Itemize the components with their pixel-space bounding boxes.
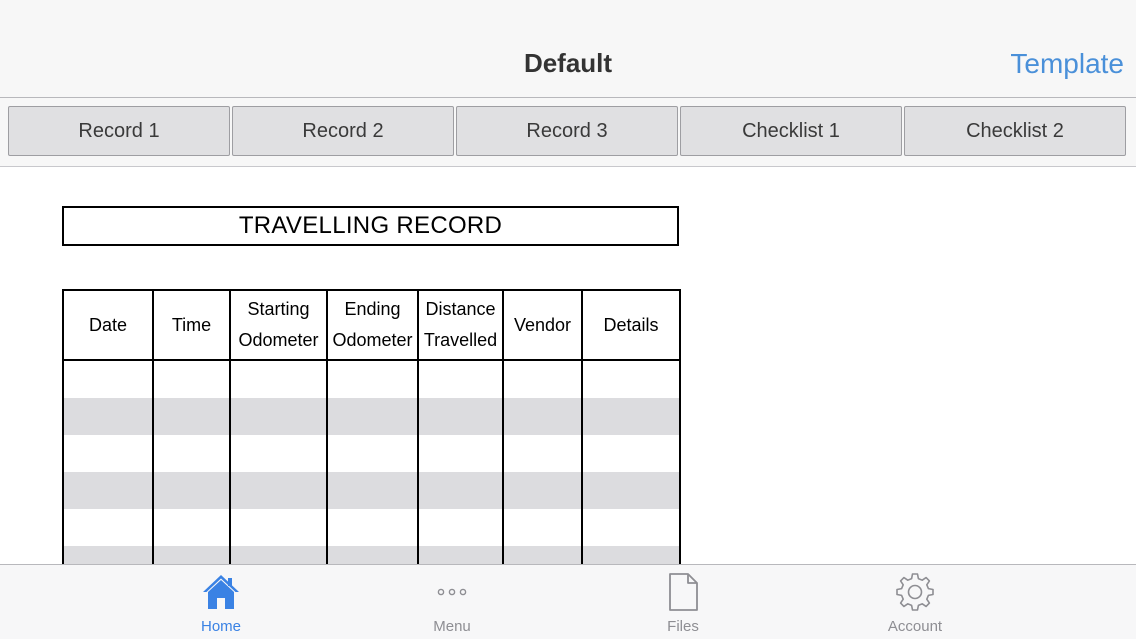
- column-header-line: Odometer: [332, 330, 413, 350]
- table-cell[interactable]: [581, 360, 681, 398]
- table-cell[interactable]: [62, 360, 154, 398]
- column-header-time: Time: [152, 289, 231, 361]
- column-header-distance-travelled: Distance Travelled: [417, 289, 504, 361]
- table-cell[interactable]: [62, 546, 154, 564]
- table-cell[interactable]: [326, 360, 419, 398]
- table-cell[interactable]: [581, 509, 681, 546]
- tabbar-label: Account: [887, 618, 943, 635]
- table-cell[interactable]: [581, 546, 681, 564]
- table-row: [62, 435, 681, 472]
- record-tab-strip: Record 1 Record 2 Record 3 Checklist 1 C…: [0, 98, 1136, 167]
- column-header-line: Ending: [344, 299, 401, 319]
- tab-record-2[interactable]: Record 2: [232, 106, 454, 156]
- tab-checklist-2[interactable]: Checklist 2: [904, 106, 1126, 156]
- table-cell[interactable]: [152, 472, 231, 509]
- table-cell[interactable]: [229, 360, 328, 398]
- column-header-line: Vendor: [513, 314, 572, 335]
- column-header-line: Travelled: [423, 330, 498, 350]
- table-cell[interactable]: [581, 472, 681, 509]
- table-cell[interactable]: [229, 398, 328, 435]
- table-cell[interactable]: [417, 472, 504, 509]
- column-header-date: Date: [62, 289, 154, 361]
- table-cell[interactable]: [326, 472, 419, 509]
- table-cell[interactable]: [417, 546, 504, 564]
- column-header-details: Details: [581, 289, 681, 361]
- table-row: [62, 398, 681, 435]
- column-header-line: Distance: [425, 299, 496, 319]
- tabbar-item-home[interactable]: Home: [161, 565, 281, 639]
- tab-record-3[interactable]: Record 3: [456, 106, 678, 156]
- tabbar-label: Menu: [433, 618, 471, 635]
- table-cell[interactable]: [502, 360, 583, 398]
- table-cell[interactable]: [229, 472, 328, 509]
- bottom-tab-bar: Home Menu Files Account: [0, 564, 1136, 639]
- file-icon: [623, 571, 743, 613]
- table-cell[interactable]: [417, 509, 504, 546]
- table-cell[interactable]: [417, 398, 504, 435]
- table-row: [62, 546, 681, 564]
- table-row: [62, 360, 681, 398]
- table-cell[interactable]: [502, 472, 583, 509]
- table-cell[interactable]: [152, 398, 231, 435]
- table-cell[interactable]: [152, 546, 231, 564]
- travelling-record-table: Date Time Starting Odometer Ending Odome…: [62, 289, 681, 564]
- gear-icon: [855, 571, 975, 613]
- tab-checklist-1[interactable]: Checklist 1: [680, 106, 902, 156]
- table-row: [62, 472, 681, 509]
- tabbar-label: Home: [200, 618, 241, 635]
- document-view[interactable]: TRAVELLING RECORD Date Time Starting Odo…: [0, 167, 1136, 564]
- tabbar-item-files[interactable]: Files: [623, 565, 743, 639]
- table-cell[interactable]: [62, 435, 154, 472]
- column-header-starting-odometer: Starting Odometer: [229, 289, 328, 361]
- tab-record-1[interactable]: Record 1: [8, 106, 230, 156]
- column-header-ending-odometer: Ending Odometer: [326, 289, 419, 361]
- table-cell[interactable]: [502, 546, 583, 564]
- table-cell[interactable]: [152, 360, 231, 398]
- table-cell[interactable]: [581, 398, 681, 435]
- column-header-line: Time: [171, 314, 212, 335]
- column-header-line: Starting: [247, 299, 310, 319]
- table-cell[interactable]: [326, 398, 419, 435]
- table-cell[interactable]: [62, 509, 154, 546]
- table-cell[interactable]: [417, 435, 504, 472]
- table-cell[interactable]: [152, 435, 231, 472]
- table-header-row: Date Time Starting Odometer Ending Odome…: [62, 289, 681, 361]
- app-window: Default Template Record 1 Record 2 Recor…: [0, 0, 1136, 639]
- table-cell[interactable]: [326, 509, 419, 546]
- table-cell[interactable]: [502, 509, 583, 546]
- document-title: TRAVELLING RECORD: [62, 206, 679, 246]
- column-header-vendor: Vendor: [502, 289, 583, 361]
- table-cell[interactable]: [326, 546, 419, 564]
- tabbar-label: Files: [667, 618, 699, 635]
- table-cell[interactable]: [502, 398, 583, 435]
- tabbar-item-menu[interactable]: Menu: [392, 565, 512, 639]
- template-button[interactable]: Template: [1010, 48, 1124, 80]
- page-title: Default: [523, 48, 613, 78]
- table-cell[interactable]: [502, 435, 583, 472]
- column-header-line: Date: [88, 314, 128, 335]
- column-header-line: Odometer: [238, 330, 319, 350]
- table-row: [62, 509, 681, 546]
- more-dots-icon: [392, 571, 512, 613]
- table-cell[interactable]: [62, 398, 154, 435]
- table-cell[interactable]: [152, 509, 231, 546]
- table-cell[interactable]: [326, 435, 419, 472]
- table-cell[interactable]: [229, 435, 328, 472]
- table-cell[interactable]: [62, 472, 154, 509]
- table-cell[interactable]: [229, 546, 328, 564]
- table-cell[interactable]: [417, 360, 504, 398]
- table-cell[interactable]: [581, 435, 681, 472]
- tabbar-item-account[interactable]: Account: [855, 565, 975, 639]
- table-cell[interactable]: [229, 509, 328, 546]
- navigation-bar: Default Template: [0, 0, 1136, 98]
- column-header-line: Details: [603, 314, 659, 335]
- home-icon: [161, 571, 281, 613]
